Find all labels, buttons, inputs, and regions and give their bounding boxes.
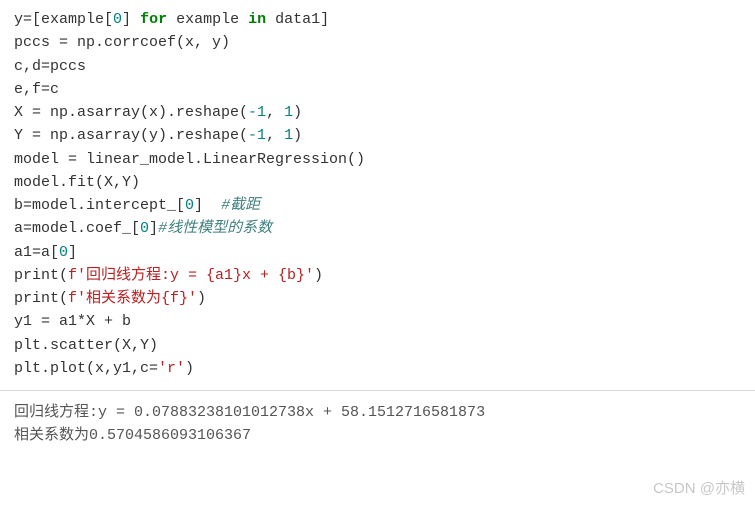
code-line: Y = np.asarray(y).reshape(-1, 1) xyxy=(14,127,302,144)
output-block: 回归线方程:y = 0.07883238101012738x + 58.1512… xyxy=(0,391,755,458)
code-block: y=[example[0] for example in data1] pccs… xyxy=(0,0,755,391)
watermark: CSDN @亦横 xyxy=(653,477,745,500)
code-line: y1 = a1*X + b xyxy=(14,313,131,330)
output-line: 回归线方程:y = 0.07883238101012738x + 58.1512… xyxy=(14,404,485,421)
code-line: e,f=c xyxy=(14,81,59,98)
output-line: 相关系数为0.5704586093106367 xyxy=(14,427,251,444)
code-line: a1=a[0] xyxy=(14,244,77,261)
code-line: b=model.intercept_[0] #截距 xyxy=(14,197,260,214)
code-line: plt.plot(x,y1,c='r') xyxy=(14,360,194,377)
code-line: y=[example[0] for example in data1] xyxy=(14,11,329,28)
code-line: model = linear_model.LinearRegression() xyxy=(14,151,365,168)
code-line: model.fit(X,Y) xyxy=(14,174,140,191)
code-line: c,d=pccs xyxy=(14,58,86,75)
code-line: print(f'回归线方程:y = {a1}x + {b}') xyxy=(14,267,323,284)
code-line: print(f'相关系数为{f}') xyxy=(14,290,206,307)
code-line: a=model.coef_[0]#线性模型的系数 xyxy=(14,220,272,237)
code-line: pccs = np.corrcoef(x, y) xyxy=(14,34,230,51)
code-line: plt.scatter(X,Y) xyxy=(14,337,158,354)
code-line: X = np.asarray(x).reshape(-1, 1) xyxy=(14,104,302,121)
